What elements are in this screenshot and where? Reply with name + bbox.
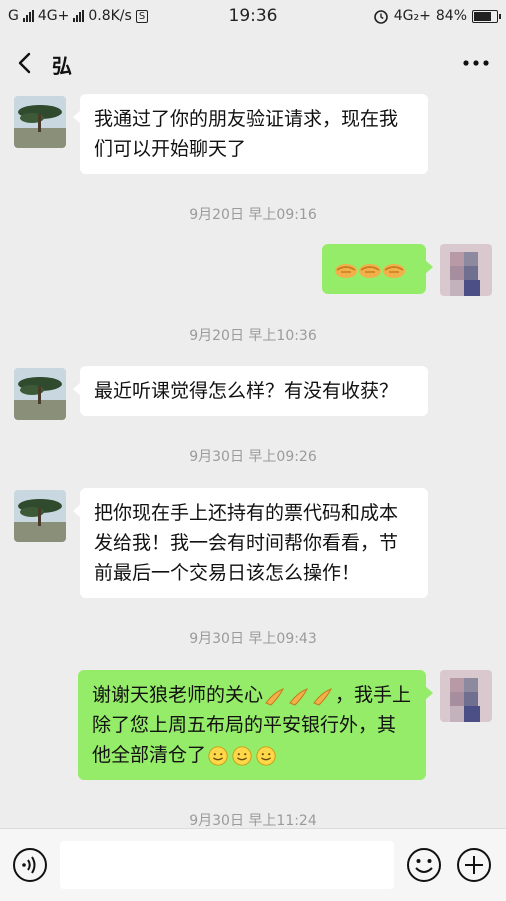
- contact-avatar[interactable]: [14, 368, 66, 420]
- chat-area[interactable]: 我通过了你的朋友验证请求，现在我们可以开始聊天了 9月20日 早上09:16 9…: [0, 94, 506, 828]
- timestamp: 9月30日 早上11:24: [189, 813, 317, 828]
- battery-icon: [472, 9, 501, 23]
- chat-title: 弘: [52, 54, 72, 78]
- status-right: 4G₂+ 84%: [373, 8, 501, 24]
- clap-icon: [265, 687, 285, 706]
- user-avatar[interactable]: [440, 244, 492, 296]
- smile-icon: [232, 745, 252, 766]
- message-text: 我通过了你的朋友验证请求，现在我们可以开始聊天了: [94, 108, 399, 160]
- smile-icon: [256, 745, 276, 766]
- timestamp: 9月30日 早上09:26: [189, 449, 317, 465]
- message-row: [0, 244, 506, 304]
- message-bubble-out[interactable]: [322, 244, 433, 294]
- message-row: 把你现在手上还持有的票代码和成本发给我！我一会有时间帮你看看，节前最后一个交易日…: [0, 488, 506, 600]
- alarm-icon: [373, 10, 388, 24]
- input-bar: [0, 828, 506, 901]
- message-row: 我通过了你的朋友验证请求，现在我们可以开始聊天了: [0, 94, 506, 184]
- handshake-icon: [335, 263, 357, 278]
- handshake-icon: [383, 263, 405, 278]
- network-right: 4G₂+: [393, 8, 431, 24]
- handshake-icon: [359, 263, 381, 278]
- message-bubble-in[interactable]: 把你现在手上还持有的票代码和成本发给我！我一会有时间帮你看看，节前最后一个交易日…: [73, 488, 428, 598]
- message-bubble-out[interactable]: 谢谢天狼老师的关心 ，我手上除了您上周五布局的平安银行外，其他全部清仓了: [78, 670, 433, 780]
- battery-percent: 84%: [435, 8, 467, 24]
- ellipsis-icon[interactable]: [462, 52, 490, 74]
- smile-icon: [208, 745, 228, 766]
- message-row: 谢谢天狼老师的关心 ，我手上除了您上周五布局的平安银行外，其他全部清仓了: [0, 670, 506, 784]
- message-text: 把你现在手上还持有的票代码和成本发给我！我一会有时间帮你看看，节前最后一个交易日…: [94, 502, 399, 584]
- title-bar: 弘: [0, 34, 506, 94]
- clap-icon: [289, 687, 309, 706]
- message-bubble-in[interactable]: 最近听课觉得怎么样？有没有收获？: [73, 366, 428, 416]
- chevron-left-icon[interactable]: [14, 52, 36, 74]
- timestamp: 9月20日 早上10:36: [189, 328, 317, 344]
- message-input[interactable]: [60, 841, 394, 889]
- message-row: 最近听课觉得怎么样？有没有收获？: [0, 366, 506, 422]
- user-avatar[interactable]: [440, 670, 492, 722]
- timestamp: 9月30日 早上09:43: [189, 631, 317, 647]
- emoji-icon[interactable]: [406, 847, 442, 883]
- message-bubble-in[interactable]: 我通过了你的朋友验证请求，现在我们可以开始聊天了: [73, 94, 428, 174]
- voice-icon[interactable]: [12, 847, 48, 883]
- plus-icon[interactable]: [456, 847, 492, 883]
- clap-icon: [313, 687, 333, 706]
- status-bar: G 4G+ 0.8K/s S 19:36 4G₂+ 84%: [0, 0, 506, 34]
- timestamp: 9月20日 早上09:16: [189, 207, 317, 223]
- message-text: 最近听课觉得怎么样？有没有收获？: [94, 380, 399, 402]
- contact-avatar[interactable]: [14, 96, 66, 148]
- contact-avatar[interactable]: [14, 490, 66, 542]
- message-text: 谢谢天狼老师的关心: [92, 684, 264, 706]
